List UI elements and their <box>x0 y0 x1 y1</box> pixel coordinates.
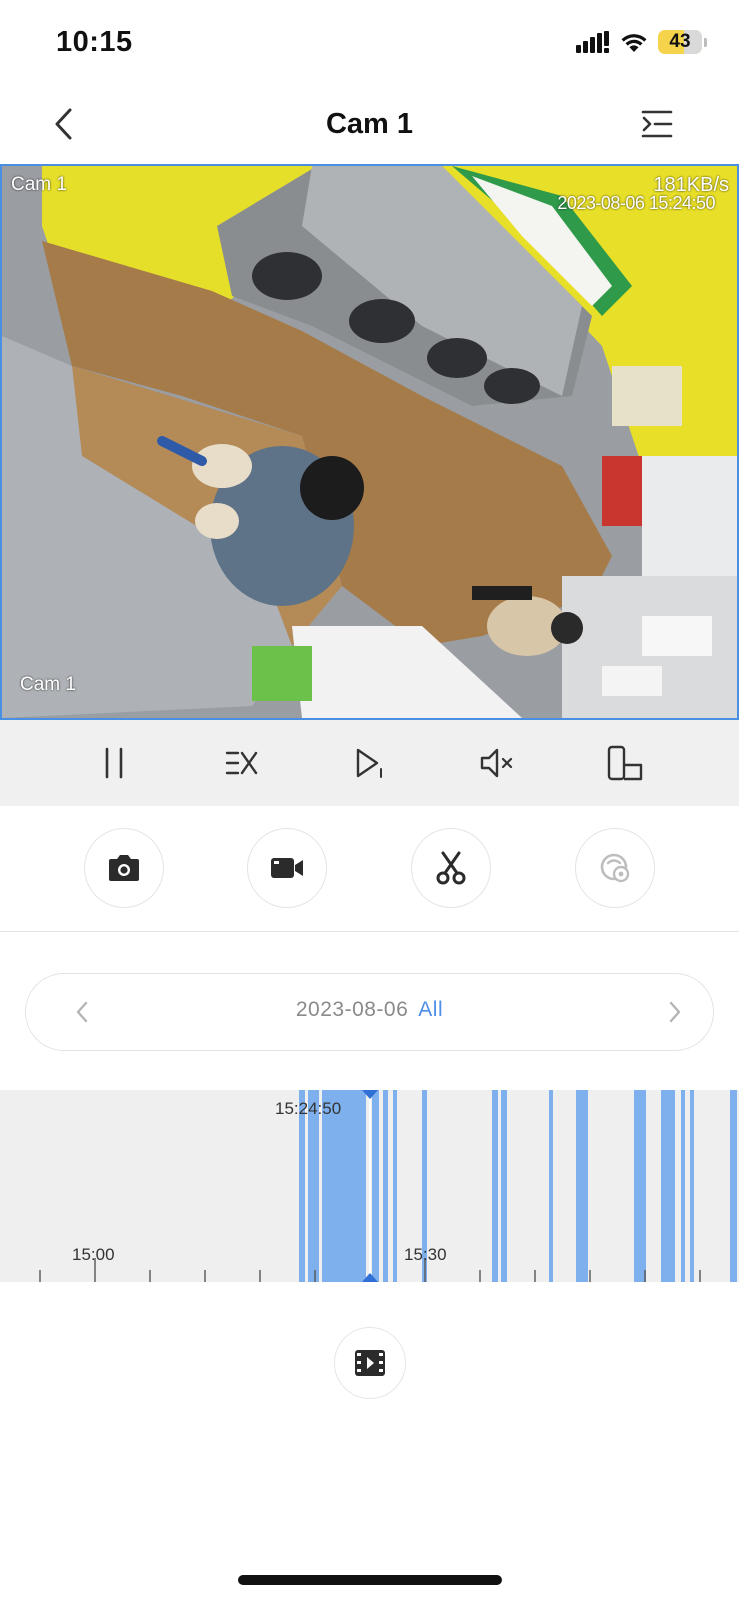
timeline-tick-label: 15:00 <box>72 1245 115 1264</box>
battery-level: 43 <box>669 31 691 52</box>
face-detect-button[interactable] <box>575 828 655 908</box>
recording-segment <box>501 1090 507 1282</box>
rotate-screen-icon <box>607 745 643 781</box>
mute-icon <box>481 748 513 778</box>
recording-segment <box>576 1090 588 1282</box>
playback-speed-button[interactable] <box>212 733 272 793</box>
action-buttons <box>0 806 739 932</box>
record-button[interactable] <box>247 828 327 908</box>
recording-segment <box>690 1090 694 1282</box>
camera-feed-image <box>2 166 737 718</box>
recording-segment <box>383 1090 388 1282</box>
next-date-button[interactable] <box>657 994 693 1030</box>
status-time: 10:15 <box>56 26 133 58</box>
wifi-icon <box>621 34 647 52</box>
face-detect-icon <box>600 853 630 883</box>
camera-label-bottom: Cam 1 <box>20 674 76 695</box>
timeline-tick-label: 15:30 <box>404 1245 447 1264</box>
app-root: 10:15 43 Cam 1 Cam 1 181KB/s 2023-08-06 … <box>0 0 739 1600</box>
menu-collapse-icon <box>641 110 673 138</box>
nav-bar: Cam 1 <box>0 88 739 160</box>
recording-list-button[interactable] <box>334 1327 406 1399</box>
chevron-right-icon <box>669 1001 681 1023</box>
pause-button[interactable] <box>84 733 144 793</box>
battery-icon: 43 <box>658 30 707 54</box>
recording-segment <box>393 1090 397 1282</box>
video-record-icon <box>271 858 303 878</box>
recording-segment <box>730 1090 737 1282</box>
playback-controls <box>0 720 739 806</box>
video-player[interactable]: Cam 1 181KB/s 2023-08-06 15:24:50 Cam 1 <box>0 164 739 720</box>
recording-segment <box>681 1090 685 1282</box>
video-timestamp: 2023-08-06 15:24:50 <box>557 193 715 213</box>
menu-button[interactable] <box>639 106 675 142</box>
film-play-icon <box>355 1350 385 1376</box>
cellular-signal-icon <box>576 31 609 53</box>
pause-icon <box>105 747 123 779</box>
recording-segment <box>549 1090 553 1282</box>
date-display: 2023-08-06 All <box>26 998 713 1022</box>
home-indicator <box>238 1575 502 1585</box>
date-selector: 2023-08-06 All <box>25 973 714 1051</box>
recording-segment <box>372 1090 379 1282</box>
play-step-button[interactable] <box>339 733 399 793</box>
date-label[interactable]: 2023-08-06 <box>296 998 408 1021</box>
event-filter[interactable]: All <box>418 998 443 1021</box>
status-icons: 43 <box>576 30 707 54</box>
recording-segment <box>661 1090 675 1282</box>
play-step-icon <box>357 748 383 778</box>
rotate-screen-button[interactable] <box>595 733 655 793</box>
recording-timeline[interactable]: 15:24:50 15:00 15:30 <box>0 1090 739 1282</box>
recording-segment <box>492 1090 498 1282</box>
scissors-icon <box>436 851 466 885</box>
mute-button[interactable] <box>467 733 527 793</box>
camera-label: Cam 1 <box>11 174 67 195</box>
clip-button[interactable] <box>411 828 491 908</box>
status-bar: 10:15 43 <box>0 0 739 88</box>
recording-segment <box>634 1090 646 1282</box>
camera-icon <box>109 855 139 881</box>
timeline-cursor-time: 15:24:50 <box>275 1099 342 1118</box>
playback-speed-icon <box>225 751 257 775</box>
snapshot-button[interactable] <box>84 828 164 908</box>
page-title: Cam 1 <box>325 108 414 140</box>
